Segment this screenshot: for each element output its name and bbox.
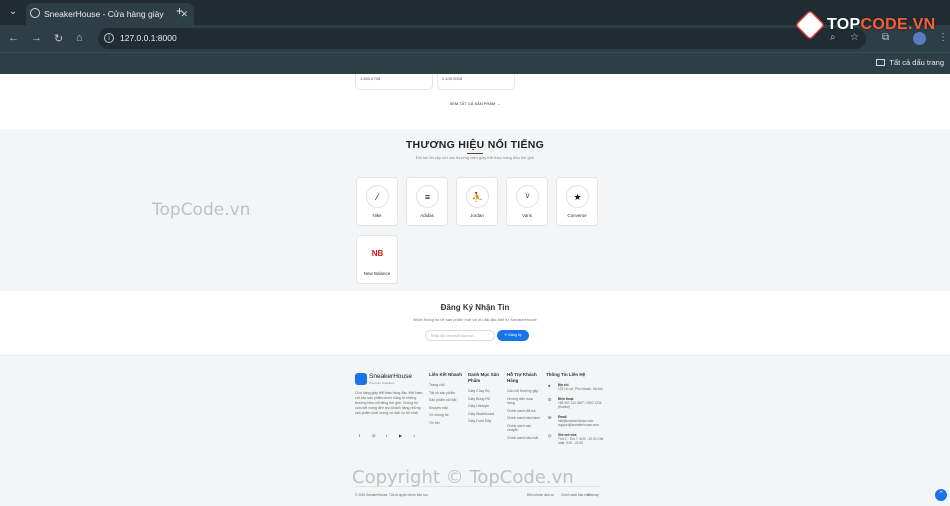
- twitter-icon[interactable]: t: [386, 433, 387, 438]
- footer-quick-links: Liên Kết Nhanh Trang chủ Tất cả sản phẩm…: [429, 372, 463, 426]
- contact-phone: ✆ Điện thoại +84 567 123 4567 / 1900 1234 …: [548, 397, 602, 409]
- topcode-logo-icon: [794, 9, 826, 41]
- footer-brand[interactable]: SneakerHouse: [369, 373, 412, 380]
- folder-icon: [876, 59, 886, 66]
- all-bookmarks-button[interactable]: Tất cả dấu trang: [876, 58, 944, 67]
- product-card[interactable]: 2,100,000đ: [437, 74, 515, 90]
- tab-search-chevron-icon[interactable]: ⌄: [6, 5, 20, 19]
- view-all-products-link[interactable]: XEM TẤT CẢ SẢN PHẨM →: [0, 101, 950, 106]
- converse-icon: ★: [566, 185, 589, 208]
- brand-card-converse[interactable]: ★ Converse: [556, 177, 598, 226]
- footer-link[interactable]: Chính sách đổi trả: [507, 409, 541, 414]
- brand-card-new-balance[interactable]: NB New Balance: [356, 235, 398, 284]
- tiktok-icon[interactable]: ♪: [413, 433, 415, 438]
- brands-section: THƯƠNG HIỆU NỔI TIẾNG Đối tác tin cậy vớ…: [0, 129, 950, 291]
- brand-card-vans[interactable]: V Vans: [506, 177, 548, 226]
- newsletter-email-input[interactable]: Nhập địa chỉ email của bạn...: [425, 330, 495, 341]
- footer-link[interactable]: Giày Lifestyle: [468, 404, 502, 409]
- new-tab-button[interactable]: +: [176, 4, 183, 18]
- terms-link[interactable]: Điều khoản dịch vụ: [527, 493, 554, 497]
- footer-link[interactable]: Câu hỏi thường gặp: [507, 389, 541, 394]
- footer-link[interactable]: Tin tức: [429, 421, 463, 426]
- url-text: 127.0.0.1:8000: [120, 33, 177, 43]
- address-bar[interactable]: i 127.0.0.1:8000: [98, 28, 866, 49]
- brands-title: THƯƠNG HIỆU NỔI TIẾNG: [405, 139, 545, 151]
- title-underline: [467, 153, 483, 154]
- newsletter-title: Đăng Ký Nhận Tin: [440, 303, 510, 312]
- footer-link[interactable]: Tất cả sản phẩm: [429, 391, 463, 396]
- email-icon: ✉: [548, 415, 552, 420]
- sitemap-link[interactable]: Sitemap: [587, 493, 599, 497]
- copyright-text: © 2024 SneakerHouse. Tất cả quyền được b…: [355, 493, 429, 497]
- forward-icon[interactable]: →: [31, 32, 42, 44]
- footer-link[interactable]: Giày Skateboard: [468, 412, 502, 417]
- newsletter-subscribe-button[interactable]: ✈ Đăng ký: [497, 330, 529, 341]
- brand-card-adidas[interactable]: ≡ Adidas: [406, 177, 448, 226]
- brand-card-nike[interactable]: ⁄ Nike: [356, 177, 398, 226]
- newsletter-section: Đăng Ký Nhận Tin Nhận thông tin về sản p…: [0, 291, 950, 355]
- browser-tab[interactable]: SneakerHouse - Cửa hàng giày ✕: [26, 3, 194, 25]
- location-icon: ●: [548, 383, 551, 388]
- back-icon[interactable]: ←: [8, 32, 19, 44]
- brand-card-jordan[interactable]: ⛹ Jordan: [456, 177, 498, 226]
- adidas-icon: ≡: [416, 185, 439, 208]
- footer-link[interactable]: Chính sách bảo mật: [507, 436, 541, 441]
- footer-link[interactable]: Chính sách vận chuyển: [507, 424, 541, 433]
- footer-contact: Thông Tin Liên Hệ ● Địa chỉ 123 Lê Lợi, Ph…: [546, 372, 606, 451]
- brands-subtitle: Đối tác tin cậy với các thương hiệu giày…: [415, 155, 535, 160]
- globe-icon: [30, 8, 40, 18]
- footer-link[interactable]: Trang chủ: [429, 383, 463, 388]
- tab-title: SneakerHouse - Cửa hàng giày: [44, 9, 164, 19]
- bookmarks-bar: Tất cả dấu trang: [0, 52, 950, 74]
- contact-email: ✉ Email info@sneakerhouse.com support@snea…: [548, 415, 599, 427]
- home-icon[interactable]: ⌂: [76, 32, 83, 44]
- new-balance-icon: NB: [366, 243, 389, 266]
- site-info-icon[interactable]: i: [104, 33, 114, 43]
- footer-link[interactable]: Giày Dưới Đây: [468, 419, 502, 424]
- footer-link[interactable]: Khuyến mãi: [429, 406, 463, 411]
- footer-link[interactable]: Hướng dẫn mua hàng: [507, 397, 541, 406]
- clock-icon: ◷: [548, 433, 552, 438]
- footer-link[interactable]: Giày Bóng Rổ: [468, 397, 502, 402]
- watermark-side: TopCode.vn: [152, 200, 251, 220]
- footer-link[interactable]: Về chúng tôi: [429, 413, 463, 418]
- vans-icon: V: [516, 185, 539, 208]
- contact-address: ● Địa chỉ 123 Lê Lợi, Phú Nhuận, Hà Nội: [548, 383, 603, 391]
- instagram-icon[interactable]: ◎: [372, 433, 376, 438]
- newsletter-subtitle: Nhận thông tin về sản phẩm mới và ưu đãi…: [413, 317, 537, 322]
- phone-icon: ✆: [548, 397, 552, 402]
- footer-link[interactable]: Sản phẩm nổi bật: [429, 398, 463, 403]
- footer-categories: Danh Mục Sản Phẩm Giày Chạy Bộ Giày Bóng…: [468, 372, 502, 427]
- youtube-icon[interactable]: ▶: [399, 433, 402, 438]
- contact-hours: ◷ Giờ mở cửa Thứ 2 - Thứ 7: 8:00 - 22:00 C…: [548, 433, 604, 445]
- jordan-icon: ⛹: [466, 185, 489, 208]
- footer-link[interactable]: Chính sách bảo hành: [507, 416, 541, 421]
- footer-support: Hỗ Trợ Khách Hàng Câu hỏi thường gặp Hướ…: [507, 372, 541, 441]
- page-content: 1,650,670đ 2,100,000đ XEM TẤT CẢ SẢN PHẨ…: [0, 74, 950, 506]
- reload-icon[interactable]: ↻: [54, 32, 63, 45]
- facebook-icon[interactable]: f: [359, 433, 360, 438]
- back-to-top-button[interactable]: ⌃: [935, 489, 947, 501]
- product-card[interactable]: 1,650,670đ: [355, 74, 433, 90]
- nike-icon: ⁄: [366, 185, 389, 208]
- footer-link[interactable]: Giày Chạy Bộ: [468, 389, 502, 394]
- shoe-logo-icon: [355, 373, 367, 385]
- watermark-bottom: Copyright © TopCode.vn: [352, 467, 574, 488]
- privacy-link[interactable]: Chính sách bảo mật: [561, 493, 590, 497]
- footer-tagline: Premium Sneakers: [369, 381, 395, 385]
- topcode-watermark-logo: TOPCODE.VN: [794, 8, 945, 48]
- footer-about: Cửa hàng giày thể thao hàng đầu Việt Nam…: [355, 391, 423, 415]
